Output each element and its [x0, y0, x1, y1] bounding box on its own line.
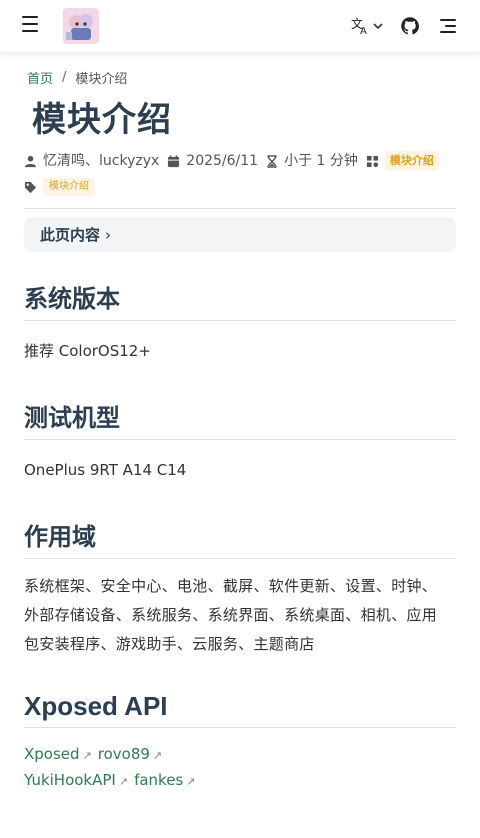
- chevron-right-icon: ›: [105, 225, 112, 244]
- translate-icon[interactable]: 文 A: [350, 16, 384, 36]
- tag-info: 模块介绍: [24, 178, 95, 196]
- section-scope: 作用域 系统框架、安全中心、电池、截屏、软件更新、设置、时钟、 外部存储设备、系…: [24, 521, 456, 659]
- toc-toggle[interactable]: 此页内容 ›: [24, 217, 456, 252]
- heading-scope: 作用域: [24, 521, 456, 559]
- svg-text:A: A: [360, 26, 367, 36]
- device-text: OnePlus 9RT A14 C14: [24, 461, 187, 479]
- scope-line: 外部存储设备、系统服务、系统界面、系统桌面、相机、应用: [24, 606, 438, 624]
- chevron-down-icon: [373, 23, 383, 30]
- navbar: 文 A: [0, 0, 480, 52]
- api-link-row: YukiHookAPI ↗ fankes ↗: [24, 768, 456, 794]
- menu-line: [22, 16, 38, 18]
- menu-icon[interactable]: [22, 16, 42, 36]
- page-title: 模块介绍: [32, 100, 172, 140]
- scope-line: 系统框架、安全中心、电池、截屏、软件更新、设置、时钟、: [24, 577, 438, 595]
- person-icon: [24, 155, 37, 167]
- hourglass-icon: [267, 154, 277, 168]
- heading-version: 系统版本: [24, 283, 456, 321]
- site-logo[interactable]: [63, 8, 99, 44]
- xposed-link[interactable]: Xposed: [24, 745, 80, 763]
- toc-label: 此页内容: [40, 226, 101, 244]
- external-link-icon: ↗: [152, 749, 163, 762]
- rovo89-link[interactable]: rovo89: [98, 745, 150, 763]
- tag-icon: [24, 181, 37, 193]
- breadcrumb-separator: /: [62, 69, 67, 85]
- api-links: Xposed ↗ rovo89 ↗ YukiHookAPI ↗ fankes ↗: [24, 742, 456, 794]
- author-names: 忆清鸣、luckyzyx: [43, 153, 160, 169]
- scope-line: 包安装程序、游戏助手、云服务、主题商店: [24, 635, 315, 653]
- page-meta: 忆清鸣、luckyzyx 2025/6/11 小于 1 分钟 模块介绍 模块介绍: [24, 148, 456, 200]
- main-content: 首页 / 模块介绍 模块介绍 忆清鸣、luckyzyx 2025/6/11 小于…: [24, 64, 456, 789]
- reading-time-info: 小于 1 分钟: [266, 148, 358, 174]
- menu-line: [22, 23, 38, 25]
- date-info: 2025/6/11: [167, 148, 258, 174]
- heading-device: 测试机型: [24, 402, 456, 440]
- outline-icon[interactable]: [436, 14, 460, 38]
- breadcrumb: 首页 / 模块介绍: [24, 64, 456, 90]
- page-tag[interactable]: 模块介绍: [43, 178, 95, 196]
- calendar-icon: [168, 154, 180, 167]
- breadcrumb-home-link[interactable]: 首页: [27, 68, 53, 87]
- breadcrumb-current: 模块介绍: [75, 71, 128, 87]
- version-text: 推荐 ColorOS12+: [24, 342, 151, 360]
- publish-date: 2025/6/11: [186, 153, 259, 169]
- meta-divider: [24, 208, 456, 209]
- author-info: 忆清鸣、luckyzyx: [24, 148, 159, 174]
- external-link-icon: ↗: [186, 775, 196, 788]
- external-link-icon: ↗: [82, 749, 92, 762]
- section-device: 测试机型 OnePlus 9RT A14 C14: [24, 402, 456, 485]
- section-api: Xposed API Xposed ↗ rovo89 ↗ YukiHookAPI ↗ fa…: [24, 690, 456, 794]
- section-version: 系统版本 推荐 ColorOS12+: [24, 283, 456, 366]
- yukihookapi-link[interactable]: YukiHookAPI: [24, 771, 116, 789]
- category-icon: [366, 155, 378, 167]
- api-link-row: Xposed ↗ rovo89 ↗: [24, 742, 456, 768]
- fankes-link[interactable]: fankes: [134, 771, 183, 789]
- external-link-icon: ↗: [118, 775, 129, 788]
- reading-time: 小于 1 分钟: [284, 153, 358, 169]
- scope-text: 系统框架、安全中心、电池、截屏、软件更新、设置、时钟、 外部存储设备、系统服务、…: [24, 572, 456, 659]
- heading-api: Xposed API: [24, 690, 456, 728]
- menu-line: [22, 30, 38, 32]
- category-info: 模块介绍: [366, 151, 439, 171]
- github-icon[interactable]: [398, 14, 422, 38]
- category-tag[interactable]: 模块介绍: [384, 151, 439, 171]
